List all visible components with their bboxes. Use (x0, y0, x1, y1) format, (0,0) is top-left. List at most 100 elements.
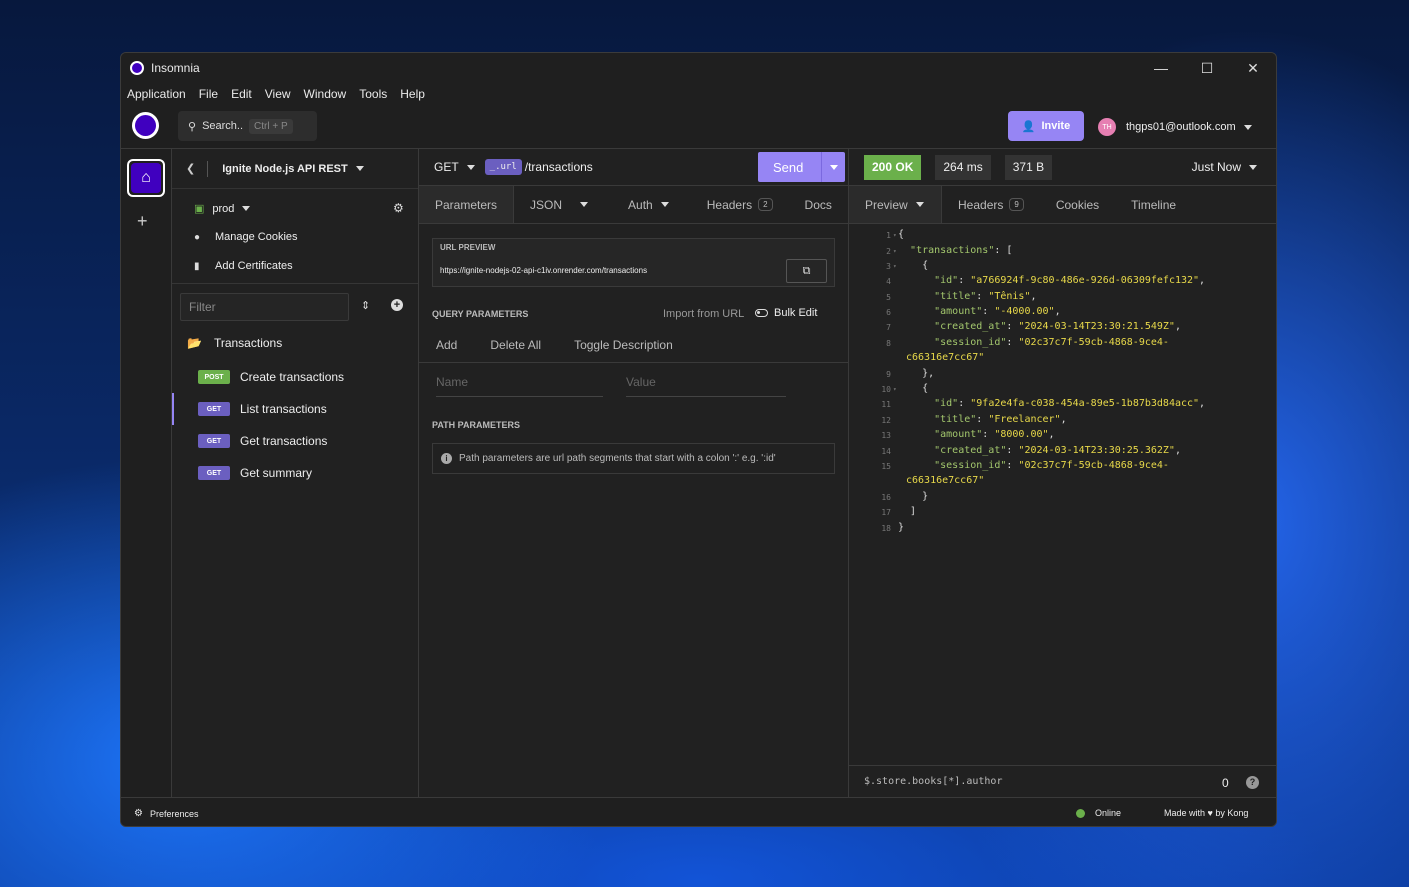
send-options-dropdown[interactable] (821, 152, 845, 182)
tab-docs[interactable]: Docs (789, 186, 848, 223)
menu-file[interactable]: File (199, 87, 218, 101)
code-line: 4 "id": "a766924f-9c80-486e-926d-06309fe… (886, 275, 1206, 286)
toggle-icon (755, 309, 768, 317)
path-parameters-info: i Path parameters are url path segments … (432, 443, 835, 474)
menu-help[interactable]: Help (400, 87, 425, 101)
add-param-button[interactable]: Add (436, 338, 457, 352)
menu-tools[interactable]: Tools (359, 87, 387, 101)
insomnia-home-logo-icon[interactable] (132, 112, 159, 139)
back-icon[interactable]: ❮ (186, 162, 195, 175)
history-label: Just Now (1191, 160, 1241, 174)
response-filter-bar: $.store.books[*].author 0 ? (849, 765, 1276, 797)
menu-edit[interactable]: Edit (231, 87, 252, 101)
send-label: Send (773, 159, 804, 175)
code-line: 18} (881, 522, 905, 533)
tab-timeline[interactable]: Timeline (1115, 186, 1192, 223)
history-dropdown[interactable]: Just Now (1192, 160, 1257, 174)
request-list-transactions[interactable]: GET List transactions (172, 393, 418, 425)
tab-json-label: JSON (530, 197, 563, 212)
path-info-text: Path parameters are url path segments th… (459, 453, 776, 464)
response-headers-count: 9 (1009, 198, 1024, 211)
account-menu[interactable]: TH thgps01@outlook.com (1098, 118, 1252, 136)
preferences-label: Preferences (149, 808, 199, 819)
project-header: ❮ Ignite Node.js API REST (172, 149, 418, 189)
manage-cookies-link[interactable]: ● Manage Cookies (194, 231, 298, 243)
manage-cookies-label: Manage Cookies (215, 231, 298, 243)
gear-icon: ⚙ (134, 808, 143, 819)
param-value-input[interactable]: Value (626, 371, 786, 397)
send-button[interactable]: Send (758, 152, 845, 182)
bulk-edit-label: Bulk Edit (774, 307, 818, 319)
code-line: 17 ] (881, 506, 917, 517)
maximize-button[interactable]: ☐ (1184, 53, 1230, 83)
home-icon: ⌂ (141, 169, 151, 186)
code-line: 13 "amount": "8000.00", (881, 429, 1055, 440)
add-circle-icon[interactable]: + (391, 299, 403, 311)
menu-application[interactable]: Application (127, 87, 186, 101)
tab-headers-label: Headers (706, 197, 753, 212)
divider (419, 362, 848, 363)
jsonpath-filter-input[interactable]: $.store.books[*].author (864, 776, 1002, 787)
menu-bar: Application File Edit View Window Tools … (121, 83, 1276, 105)
folder-label: Transactions (213, 336, 283, 350)
tab-preview[interactable]: Preview (849, 186, 942, 223)
separator (207, 160, 209, 177)
chevron-down-icon (915, 202, 924, 207)
request-get-summary[interactable]: GET Get summary (172, 457, 418, 489)
copy-icon: ⧉ (802, 264, 811, 277)
filter-history-count[interactable]: 0 (1222, 776, 1229, 790)
chevron-down-icon[interactable] (355, 166, 364, 171)
status-badge: 200 OK (864, 154, 922, 180)
gear-icon[interactable]: ⚙ (393, 201, 404, 215)
close-button[interactable]: ✕ (1230, 53, 1276, 83)
tab-headers[interactable]: Headers 2 (685, 186, 789, 223)
code-line: 16 } (881, 491, 929, 502)
tab-auth[interactable]: Auth (604, 186, 685, 223)
code-line: 2 ▾ "transactions": [ (886, 245, 1013, 256)
tab-parameters[interactable]: Parameters (419, 186, 515, 223)
toggle-description-button[interactable]: Toggle Description (574, 338, 673, 352)
delete-all-button[interactable]: Delete All (490, 338, 541, 352)
url-variable-tag[interactable]: _.url (484, 159, 522, 175)
project-name[interactable]: Ignite Node.js API REST (222, 163, 348, 175)
tab-response-headers[interactable]: Headers 9 (942, 186, 1040, 223)
home-button[interactable]: ⌂ (127, 159, 165, 197)
bulk-edit-toggle[interactable]: Bulk Edit (755, 307, 817, 319)
url-path-input[interactable]: /transactions (525, 160, 593, 174)
request-create-transactions[interactable]: POST Create transactions (172, 361, 418, 393)
url-preview-label: URL PREVIEW (440, 243, 496, 252)
method-selector[interactable]: GET (434, 160, 475, 174)
search-button[interactable]: ⚲ Search.. Ctrl + P (178, 111, 317, 141)
menu-window[interactable]: Window (304, 87, 347, 101)
method-badge: POST (198, 370, 230, 384)
preferences-button[interactable]: ⚙ Preferences (134, 808, 199, 819)
folder-transactions[interactable]: 📂 Transactions (187, 336, 282, 350)
minimize-button[interactable]: — (1138, 53, 1184, 83)
add-certificates-link[interactable]: ▮ Add Certificates (194, 260, 293, 272)
window-title: Insomnia (151, 61, 200, 75)
left-rail: ⌂ + (121, 149, 172, 797)
invite-button[interactable]: 👤 Invite (1008, 111, 1084, 141)
copy-button[interactable]: ⧉ (786, 259, 827, 283)
sort-icon[interactable]: ⇕ (361, 299, 370, 312)
chevron-down-icon (466, 165, 475, 171)
filter-input[interactable]: Filter (180, 293, 349, 321)
environment-selector[interactable]: ▣ prod (194, 202, 251, 215)
plus-icon[interactable]: + (137, 211, 148, 232)
menu-view[interactable]: View (265, 87, 291, 101)
tab-cookies[interactable]: Cookies (1040, 186, 1115, 223)
help-icon[interactable]: ? (1246, 776, 1259, 789)
cookie-icon: ● (194, 231, 201, 243)
status-footer: ⚙ Preferences Online Made with ♥ by Kong (121, 797, 1276, 826)
insomnia-window: Insomnia — ☐ ✕ Application File Edit Vie… (120, 52, 1277, 827)
tab-json[interactable]: JSON (514, 186, 604, 223)
method-label: GET (434, 160, 459, 174)
import-from-url-button[interactable]: Import from URL (663, 308, 744, 320)
code-line: 1 ▾{ (886, 229, 905, 240)
param-name-input[interactable]: Name (436, 371, 603, 397)
request-get-transactions[interactable]: GET Get transactions (172, 425, 418, 457)
account-email: thgps01@outlook.com (1126, 121, 1236, 133)
request-name: Get summary (240, 466, 313, 480)
made-with-kong-link[interactable]: Made with ♥ by Kong (1164, 808, 1248, 818)
environment-icon: ▣ (194, 203, 205, 215)
